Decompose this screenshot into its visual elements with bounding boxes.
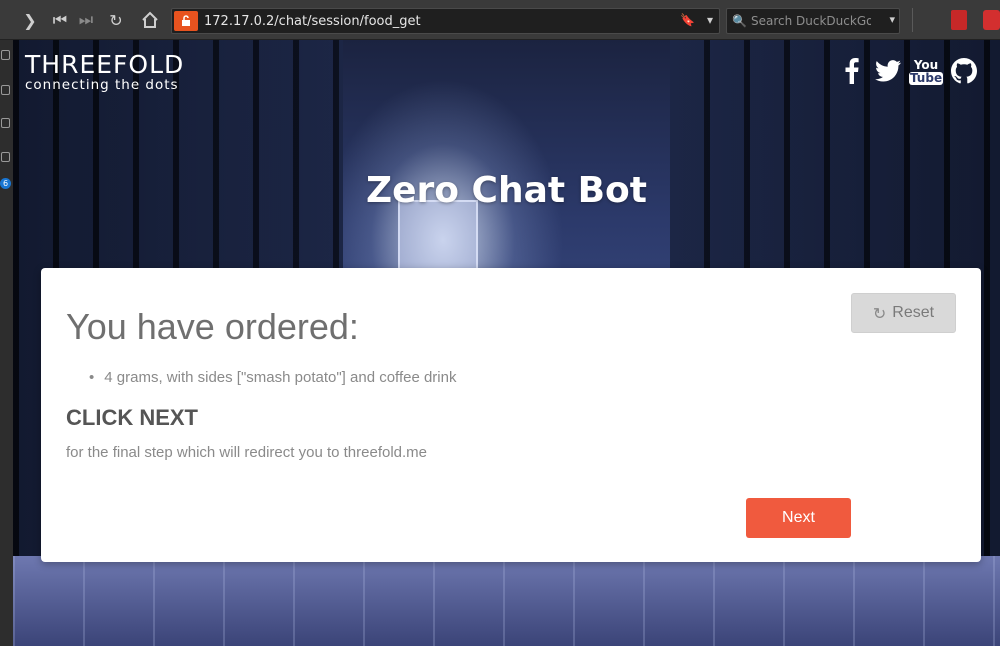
list-item: 4 grams, with sides ["smash potato"] and… bbox=[89, 369, 456, 386]
page-viewport: THREEFOLD connecting the dots You Tube Z… bbox=[13, 40, 1000, 646]
reload-icon[interactable]: ↻ bbox=[104, 8, 128, 32]
instruction-heading: CLICK NEXT bbox=[66, 405, 198, 430]
background-floor bbox=[13, 556, 1000, 646]
bookmarks-extension-icon[interactable] bbox=[951, 10, 967, 30]
home-icon[interactable] bbox=[138, 8, 162, 32]
address-bar[interactable]: 172.17.0.2/chat/session/food_get 🔖 ▾ bbox=[171, 8, 720, 34]
sidebar-item-icon[interactable] bbox=[1, 85, 10, 95]
forward-icon[interactable]: ⏭ bbox=[74, 8, 98, 32]
order-heading: You have ordered: bbox=[66, 306, 359, 347]
facebook-icon[interactable] bbox=[841, 56, 863, 86]
refresh-icon: ↻ bbox=[872, 303, 887, 323]
notification-badge: 6 bbox=[0, 178, 11, 189]
url-text[interactable]: 172.17.0.2/chat/session/food_get bbox=[204, 14, 421, 29]
threefold-logo[interactable]: THREEFOLD connecting the dots bbox=[25, 50, 184, 93]
search-dropdown-icon[interactable]: ▾ bbox=[889, 13, 895, 26]
logo-name: THREEFOLD bbox=[25, 50, 185, 79]
instruction-text: for the final step which will redirect y… bbox=[66, 444, 428, 461]
sidebar-item-icon[interactable] bbox=[1, 118, 10, 128]
reset-button-label: Reset bbox=[892, 304, 935, 321]
sidebar-item-icon[interactable] bbox=[1, 50, 10, 60]
toolbar-divider bbox=[912, 8, 913, 32]
youtube-icon[interactable]: You Tube bbox=[908, 56, 944, 88]
youtube-label-bottom: Tube bbox=[908, 71, 944, 85]
browser-toolbar: ❯ ⏮ ⏭ ↻ 172.17.0.2/chat/session/food_get… bbox=[0, 0, 1000, 40]
chat-card: ↻ Reset You have ordered: 4 grams, with … bbox=[41, 268, 981, 562]
page-title: Zero Chat Bot bbox=[365, 170, 647, 211]
github-icon[interactable] bbox=[949, 56, 979, 86]
extension-icon[interactable] bbox=[983, 10, 1000, 30]
reset-button[interactable]: ↻ Reset bbox=[851, 293, 956, 333]
twitter-icon[interactable] bbox=[873, 56, 903, 86]
url-dropdown-icon[interactable]: ▾ bbox=[707, 13, 713, 27]
logo-tagline: connecting the dots bbox=[25, 77, 179, 93]
bookmark-icon[interactable]: 🔖 bbox=[680, 13, 695, 27]
search-input[interactable] bbox=[751, 12, 871, 30]
next-button[interactable]: Next bbox=[746, 498, 851, 538]
sidebar-toggle-icon[interactable]: ❯ bbox=[18, 8, 42, 32]
back-icon[interactable]: ⏮ bbox=[48, 8, 72, 32]
lock-icon[interactable] bbox=[174, 11, 198, 31]
browser-sidebar: 6 bbox=[0, 40, 13, 646]
order-list: 4 grams, with sides ["smash potato"] and… bbox=[89, 369, 456, 386]
sidebar-item-icon[interactable] bbox=[1, 152, 10, 162]
search-bar[interactable]: 🔍 ▾ bbox=[726, 8, 900, 34]
search-icon: 🔍 bbox=[732, 14, 747, 28]
